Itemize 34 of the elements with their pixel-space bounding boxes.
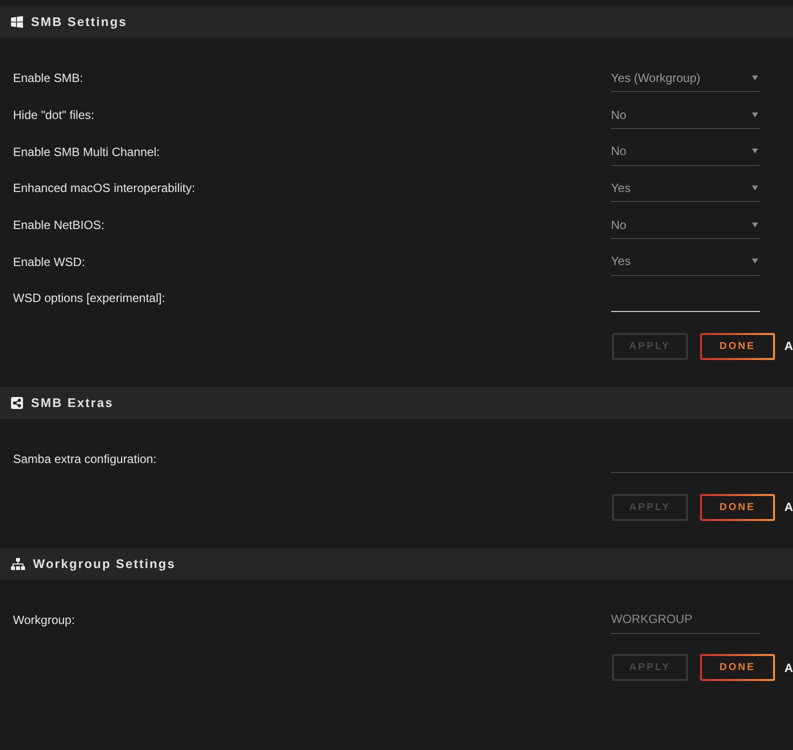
edge-text: A (784, 500, 793, 514)
field-label: Enable NetBIOS: (13, 218, 104, 232)
select-field[interactable]: No (611, 138, 760, 166)
caret-icon (752, 222, 758, 228)
section-title: SMB Extras (31, 396, 114, 410)
input-field[interactable]: WORKGROUP (611, 606, 760, 634)
select-field[interactable]: Yes (611, 248, 760, 276)
caret-icon (752, 148, 758, 154)
field-label: WSD options [experimental]: (13, 291, 166, 306)
caret-icon (752, 74, 758, 81)
caret-icon (752, 184, 758, 191)
select-field[interactable]: No (611, 101, 760, 130)
field-label: Enable SMB: (13, 71, 84, 86)
select-field[interactable]: No (611, 211, 760, 240)
field-label: Enhanced macOS interoperability: (13, 181, 196, 196)
section-title: SMB Settings (31, 15, 128, 29)
select-field[interactable]: Yes (611, 174, 760, 202)
done-button[interactable]: DONE (700, 654, 776, 682)
edge-text: A (784, 339, 793, 354)
edge-text: A (784, 660, 793, 675)
done-button[interactable]: DONE (700, 332, 776, 360)
caret-icon (752, 112, 758, 118)
done-button[interactable]: DONE (700, 494, 776, 520)
caret-icon (752, 258, 758, 264)
field-label: Samba extra configuration: (13, 452, 156, 466)
field-label: Enable SMB Multi Channel: (13, 144, 160, 159)
sitemap-icon (11, 558, 25, 570)
section-title: Workgroup Settings (33, 556, 176, 570)
field-label: Enable WSD: (13, 254, 86, 269)
share-icon (11, 396, 23, 409)
field-label: Hide "dot" files: (13, 108, 94, 122)
select-field[interactable]: Yes (Workgroup) (611, 64, 760, 92)
windows-logo-icon (11, 16, 23, 28)
field-label: Workgroup: (13, 612, 75, 627)
